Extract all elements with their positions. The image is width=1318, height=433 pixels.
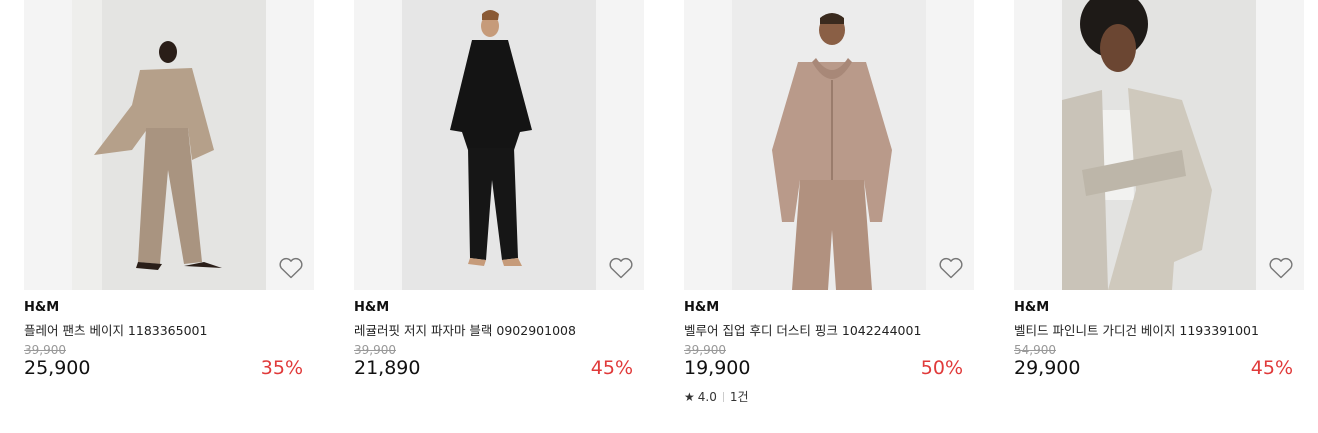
heart-outline-icon[interactable] — [608, 256, 634, 280]
heart-outline-icon[interactable] — [278, 256, 304, 280]
product-image[interactable] — [684, 0, 974, 290]
product-card[interactable]: H&M 플레어 팬츠 베이지 1183365001 39,900 25,900 … — [24, 0, 314, 433]
product-rating: ★ 4.0 1건 — [684, 388, 749, 405]
discount-rate: 45% — [590, 357, 633, 379]
product-image[interactable] — [24, 0, 314, 290]
product-brand: H&M — [1014, 300, 1050, 315]
product-name[interactable]: 벨루어 집업 후디 더스티 핑크 1042244001 — [684, 320, 921, 339]
original-price: 39,900 — [684, 343, 726, 357]
original-price: 39,900 — [354, 343, 396, 357]
discount-rate: 50% — [920, 357, 963, 379]
product-photo[interactable] — [732, 0, 926, 290]
product-card[interactable]: H&M 레귤러핏 저지 파자마 블랙 0902901008 39,900 21,… — [354, 0, 644, 433]
product-brand: H&M — [24, 300, 60, 315]
product-name[interactable]: 벨티드 파인니트 가디건 베이지 1193391001 — [1014, 320, 1259, 339]
product-image[interactable] — [1014, 0, 1304, 290]
product-photo[interactable] — [72, 0, 266, 290]
sale-price: 29,900 — [1014, 357, 1081, 379]
product-card[interactable]: H&M 벨루어 집업 후디 더스티 핑크 1042244001 39,900 1… — [684, 0, 974, 433]
sale-price: 25,900 — [24, 357, 91, 379]
discount-rate: 45% — [1250, 357, 1293, 379]
product-name[interactable]: 레귤러핏 저지 파자마 블랙 0902901008 — [354, 320, 576, 339]
sale-price: 19,900 — [684, 357, 751, 379]
rating-value: 4.0 — [697, 389, 717, 404]
star-icon: ★ — [684, 389, 695, 404]
original-price: 39,900 — [24, 343, 66, 357]
heart-outline-icon[interactable] — [1268, 256, 1294, 280]
original-price: 54,900 — [1014, 343, 1056, 357]
product-photo[interactable] — [1062, 0, 1256, 290]
product-image[interactable] — [354, 0, 644, 290]
product-card[interactable]: H&M 벨티드 파인니트 가디건 베이지 1193391001 54,900 2… — [1014, 0, 1304, 433]
review-count: 1건 — [729, 390, 749, 404]
product-brand: H&M — [354, 300, 390, 315]
rating-divider — [722, 391, 724, 402]
sale-price: 21,890 — [354, 357, 421, 379]
product-grid: H&M 플레어 팬츠 베이지 1183365001 39,900 25,900 … — [24, 0, 1304, 433]
product-name[interactable]: 플레어 팬츠 베이지 1183365001 — [24, 320, 207, 339]
product-photo[interactable] — [402, 0, 596, 290]
heart-outline-icon[interactable] — [938, 256, 964, 280]
product-brand: H&M — [684, 300, 720, 315]
discount-rate: 35% — [260, 357, 303, 379]
